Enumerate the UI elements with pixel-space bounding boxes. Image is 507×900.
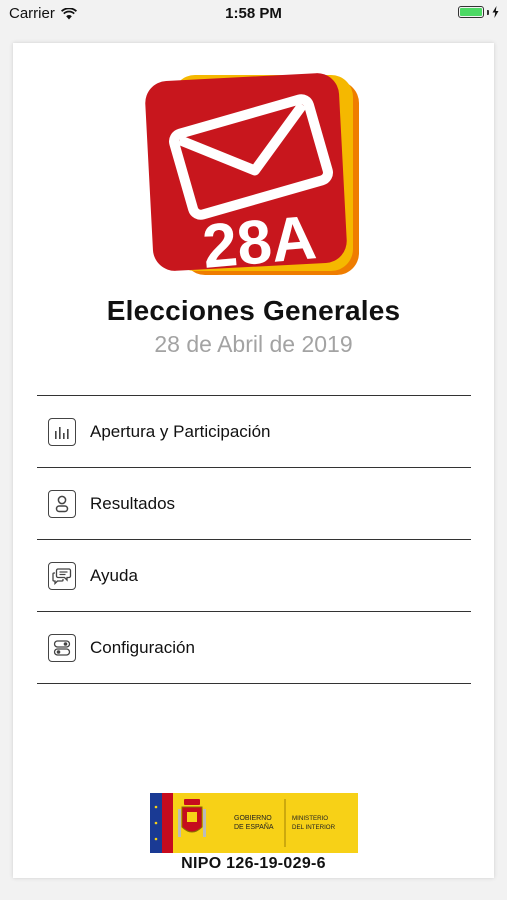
bar-chart-icon	[48, 417, 76, 446]
toggles-icon	[48, 633, 76, 662]
nipo-code: NIPO 126-19-029-6	[181, 855, 326, 872]
election-date: 28 de Abril de 2019	[154, 331, 353, 357]
main-card: 28A Elecciones Generales 28 de Abril de …	[13, 43, 494, 878]
menu-item-label: Ayuda	[90, 565, 138, 585]
battery-tip	[487, 9, 489, 15]
government-logo: GOBIERNO DE ESPAÑA MINISTERIO DEL INTERI…	[150, 793, 358, 853]
main-menu: Apertura y Participación Resultados Ayud…	[37, 395, 471, 684]
user-icon	[48, 489, 76, 518]
battery-icon	[458, 6, 484, 18]
logo-text: 28A	[200, 203, 319, 282]
battery-level	[460, 8, 482, 16]
chat-bubbles-icon	[48, 561, 76, 590]
menu-item-label: Resultados	[90, 493, 176, 513]
menu-item-ayuda[interactable]: Ayuda	[37, 540, 471, 612]
status-right	[458, 6, 499, 18]
menu-item-apertura[interactable]: Apertura y Participación	[37, 396, 471, 468]
app-logo: 28A	[145, 73, 359, 282]
menu-item-resultados[interactable]: Resultados	[37, 468, 471, 540]
gov-text-line2: DE ESPAÑA	[234, 822, 274, 831]
status-time: 1:58 PM	[225, 5, 282, 22]
menu-item-label: Apertura y Participación	[90, 421, 271, 441]
gov-logo-background	[150, 793, 358, 853]
charging-bolt-icon	[492, 6, 499, 18]
ministry-text-line2: DEL INTERIOR	[292, 824, 336, 831]
menu-item-label: Configuración	[90, 637, 195, 657]
gov-text-line1: GOBIERNO	[234, 815, 272, 822]
red-strip	[162, 793, 173, 853]
ministry-text-line1: MINISTERIO	[292, 815, 328, 822]
menu-item-configuracion[interactable]: Configuración	[37, 612, 471, 684]
page-title: Elecciones Generales	[106, 295, 401, 326]
status-bar: Carrier 1:58 PM	[0, 0, 507, 28]
